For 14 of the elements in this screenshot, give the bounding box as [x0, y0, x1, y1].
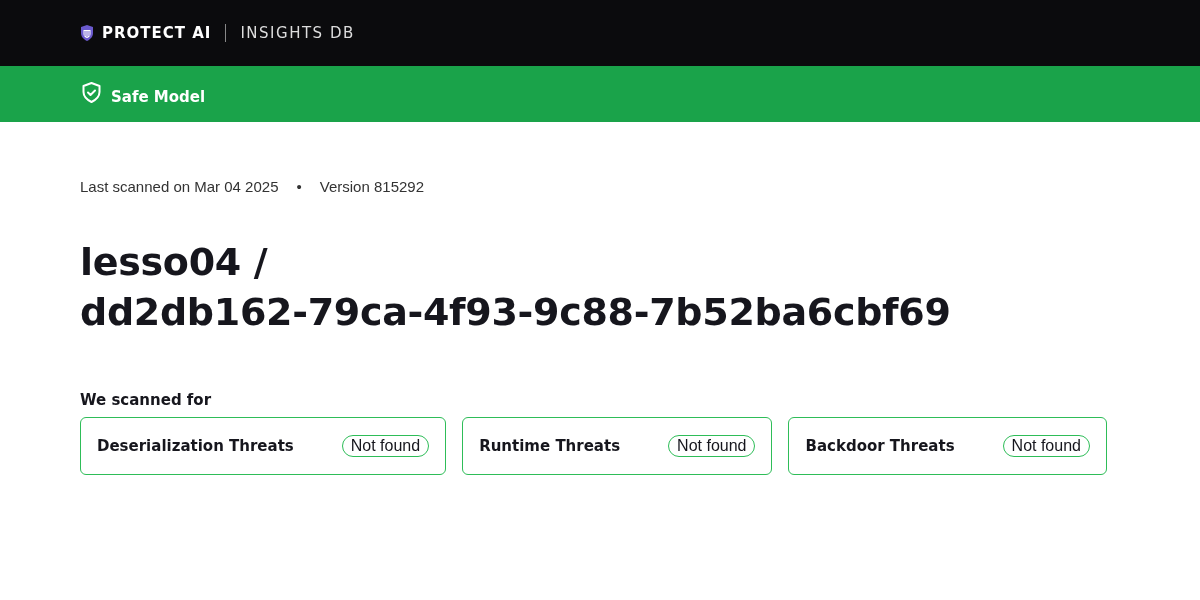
brand-name: PROTECT AI — [102, 24, 212, 42]
section-heading: We scanned for — [80, 391, 213, 409]
shield-logo-icon — [80, 25, 94, 41]
model-title: lesso04 / — [80, 239, 269, 286]
version-text: Version 815292 — [319, 178, 424, 195]
shield-check-icon — [82, 81, 101, 103]
last-scanned-text: Last scanned on Mar 04 2025 — [80, 178, 279, 195]
product-name: INSIGHTS DB — [240, 24, 355, 42]
separator-dot: • — [296, 178, 302, 195]
threat-name: Backdoor Threats — [805, 437, 955, 455]
status-label: Safe Model — [111, 88, 206, 106]
threat-name: Deserialization Threats — [97, 437, 294, 455]
threat-name: Runtime Threats — [479, 437, 621, 455]
model-title: dd2db162-79ca-4f93-9c88-7b52ba6cbf69 — [80, 289, 952, 336]
